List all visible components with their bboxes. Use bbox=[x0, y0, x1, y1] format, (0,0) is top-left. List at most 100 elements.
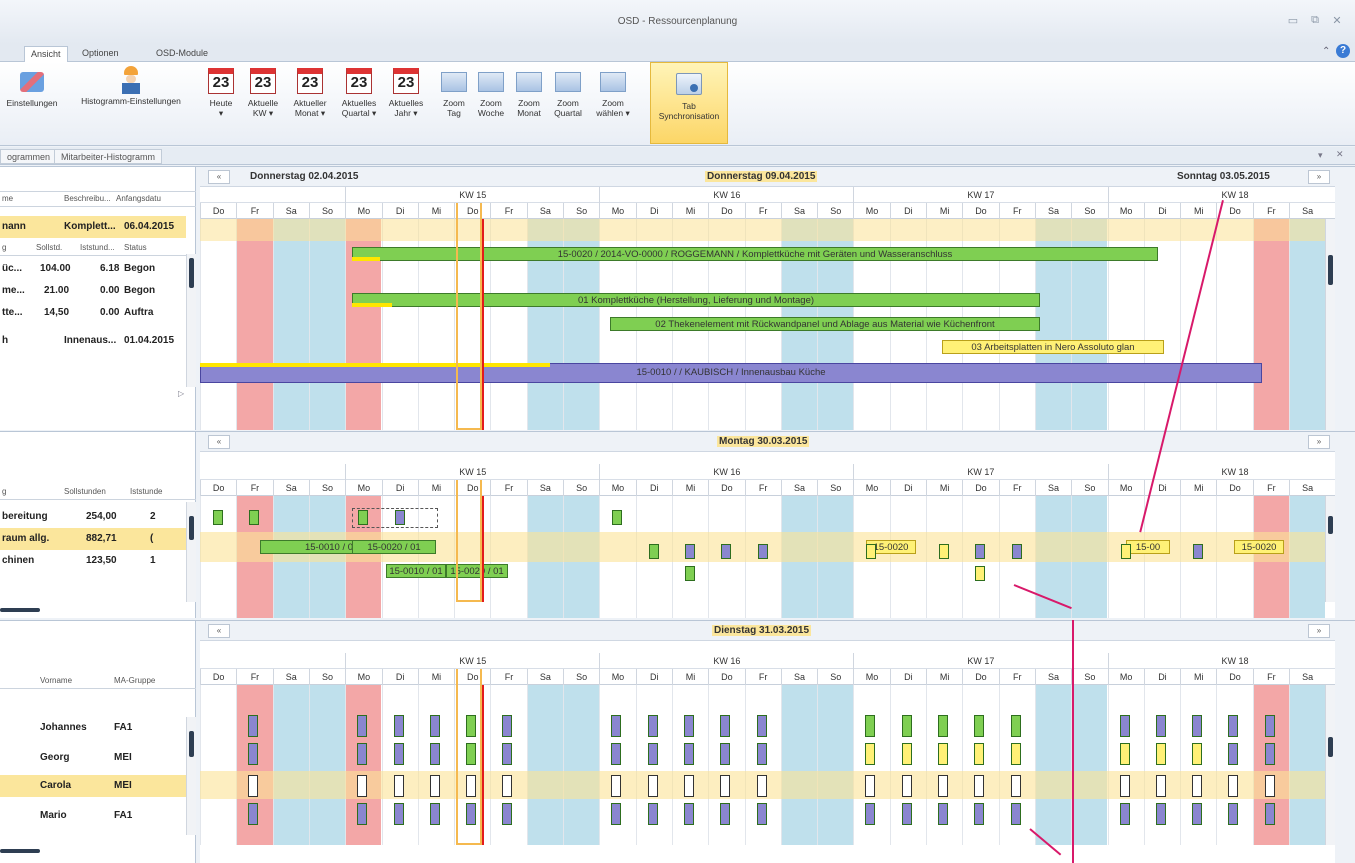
employee-allocation[interactable] bbox=[502, 775, 513, 797]
list-item[interactable]: raum allg. 882,71 ( bbox=[0, 528, 186, 550]
list-item[interactable]: nann Komplett... 06.04.2015 bbox=[0, 216, 186, 238]
zoom-month-button[interactable]: Zoom Monat bbox=[510, 64, 548, 142]
current-quarter-button[interactable]: 23 Aktuelles Quartal ▾ bbox=[336, 64, 382, 142]
employee-allocation[interactable] bbox=[865, 803, 876, 825]
employee-allocation[interactable] bbox=[1155, 775, 1166, 797]
list-item[interactable]: h Innenaus... 01.04.2015 bbox=[0, 330, 186, 352]
employee-allocation[interactable] bbox=[1010, 743, 1021, 765]
employee-allocation[interactable] bbox=[502, 715, 513, 737]
employee-allocation[interactable] bbox=[1228, 715, 1239, 737]
employee-allocation[interactable] bbox=[756, 775, 767, 797]
employee-allocation[interactable] bbox=[974, 743, 985, 765]
employee-allocation[interactable] bbox=[611, 803, 622, 825]
employee-allocation[interactable] bbox=[647, 775, 658, 797]
employee-allocation[interactable] bbox=[756, 715, 767, 737]
employee-allocation[interactable] bbox=[248, 743, 259, 765]
employee-allocation[interactable] bbox=[248, 715, 259, 737]
resource-bar[interactable]: 15-0020 bbox=[1234, 540, 1284, 554]
current-year-button[interactable]: 23 Aktuelles Jahr ▾ bbox=[384, 64, 428, 142]
employee-allocation[interactable] bbox=[1192, 715, 1203, 737]
tab-osd-module[interactable]: OSD-Module bbox=[150, 46, 214, 62]
nav-next-button[interactable]: » bbox=[1308, 170, 1330, 184]
employee-allocation[interactable] bbox=[611, 743, 622, 765]
employee-allocation[interactable] bbox=[647, 715, 658, 737]
employee-allocation[interactable] bbox=[683, 715, 694, 737]
help-icon[interactable]: ? bbox=[1336, 44, 1350, 58]
list-item[interactable]: üc... 104.00 6.18 Begon bbox=[0, 258, 186, 280]
employee-allocation[interactable] bbox=[429, 715, 440, 737]
employee-allocation[interactable] bbox=[357, 775, 368, 797]
list-scrollbar[interactable] bbox=[186, 502, 196, 602]
employee-allocation[interactable] bbox=[1119, 715, 1130, 737]
nav-prev-button[interactable]: « bbox=[208, 170, 230, 184]
zoom-quarter-button[interactable]: Zoom Quartal bbox=[548, 64, 588, 142]
employee-allocation[interactable] bbox=[683, 803, 694, 825]
current-month-button[interactable]: 23 Aktueller Monat ▾ bbox=[286, 64, 334, 142]
employee-allocation[interactable] bbox=[1155, 803, 1166, 825]
employee-allocation[interactable] bbox=[865, 715, 876, 737]
employee-allocation[interactable] bbox=[502, 743, 513, 765]
zoom-select-button[interactable]: Zoom wählen ▾ bbox=[592, 64, 634, 142]
capacity-chip[interactable] bbox=[757, 544, 768, 559]
gantt-scrollbar[interactable] bbox=[1325, 219, 1335, 430]
nav-next-button[interactable]: » bbox=[1308, 624, 1330, 638]
employee-allocation[interactable] bbox=[647, 743, 658, 765]
employee-allocation[interactable] bbox=[756, 803, 767, 825]
pin-icon[interactable]: ▾ bbox=[1318, 150, 1323, 161]
capacity-chip[interactable] bbox=[684, 544, 695, 559]
employee-allocation[interactable] bbox=[1119, 743, 1130, 765]
tab-sync-button[interactable]: Tab Synchronisation bbox=[650, 62, 728, 144]
employee-allocation[interactable] bbox=[393, 743, 404, 765]
h-scroll-thumb[interactable] bbox=[0, 608, 40, 612]
employee-allocation[interactable] bbox=[429, 803, 440, 825]
today-button[interactable]: 23 Heute ▾ bbox=[200, 64, 242, 142]
employee-scrollbar[interactable] bbox=[1325, 685, 1335, 845]
close-icon[interactable]: ✕ bbox=[1336, 149, 1344, 160]
employee-allocation[interactable] bbox=[720, 743, 731, 765]
list-scrollbar[interactable] bbox=[186, 254, 196, 387]
minimize-icon[interactable]: ▭ bbox=[1284, 14, 1302, 30]
capacity-chip[interactable] bbox=[249, 510, 260, 525]
employee-allocation[interactable] bbox=[865, 775, 876, 797]
employee-allocation[interactable] bbox=[901, 743, 912, 765]
histogram-settings-button[interactable]: Histogramm-Einstellungen bbox=[66, 64, 196, 142]
list-item[interactable]: bereitung 254,00 2 bbox=[0, 506, 186, 528]
tab-optionen[interactable]: Optionen bbox=[76, 46, 125, 62]
employee-allocation[interactable] bbox=[248, 803, 259, 825]
employee-allocation[interactable] bbox=[248, 775, 259, 797]
employee-allocation[interactable] bbox=[1155, 715, 1166, 737]
employee-allocation[interactable] bbox=[611, 715, 622, 737]
employee-allocation[interactable] bbox=[357, 743, 368, 765]
list-item[interactable]: tte... 14,50 0.00 Auftra bbox=[0, 302, 186, 324]
capacity-chip[interactable] bbox=[612, 510, 623, 525]
employee-allocation[interactable] bbox=[1192, 803, 1203, 825]
capacity-chip[interactable] bbox=[975, 544, 986, 559]
employee-allocation[interactable] bbox=[974, 803, 985, 825]
employee-allocation[interactable] bbox=[1264, 743, 1275, 765]
list-item[interactable]: Carola MEI bbox=[0, 775, 186, 797]
employee-allocation[interactable] bbox=[1155, 743, 1166, 765]
list-item[interactable]: Mario FA1 bbox=[0, 805, 186, 827]
employee-allocation[interactable] bbox=[901, 803, 912, 825]
employee-allocation[interactable] bbox=[1228, 775, 1239, 797]
capacity-chip[interactable] bbox=[684, 566, 695, 581]
h-scroll-thumb[interactable] bbox=[0, 849, 40, 853]
collapse-ribbon-icon[interactable]: ⌃ bbox=[1322, 46, 1330, 57]
capacity-chip[interactable] bbox=[648, 544, 659, 559]
employee-allocation[interactable] bbox=[1119, 775, 1130, 797]
employee-allocation[interactable] bbox=[938, 715, 948, 737]
tab-employee-histogram[interactable]: Mitarbeiter-Histogramm bbox=[54, 149, 163, 164]
employee-allocation[interactable] bbox=[357, 715, 368, 737]
employee-allocation[interactable] bbox=[938, 775, 948, 797]
capacity-chip[interactable] bbox=[975, 566, 986, 581]
employee-allocation[interactable] bbox=[1228, 803, 1239, 825]
employee-allocation[interactable] bbox=[1264, 715, 1275, 737]
tab-ansicht[interactable]: Ansicht bbox=[24, 46, 68, 62]
employee-allocation[interactable] bbox=[938, 803, 948, 825]
resource-bar[interactable]: 15-00 bbox=[1126, 540, 1170, 554]
employee-allocation[interactable] bbox=[1192, 775, 1203, 797]
employee-allocation[interactable] bbox=[429, 743, 440, 765]
capacity-chip[interactable] bbox=[358, 510, 369, 525]
employee-allocation[interactable] bbox=[1010, 803, 1021, 825]
zoom-day-button[interactable]: Zoom Tag bbox=[436, 64, 472, 142]
